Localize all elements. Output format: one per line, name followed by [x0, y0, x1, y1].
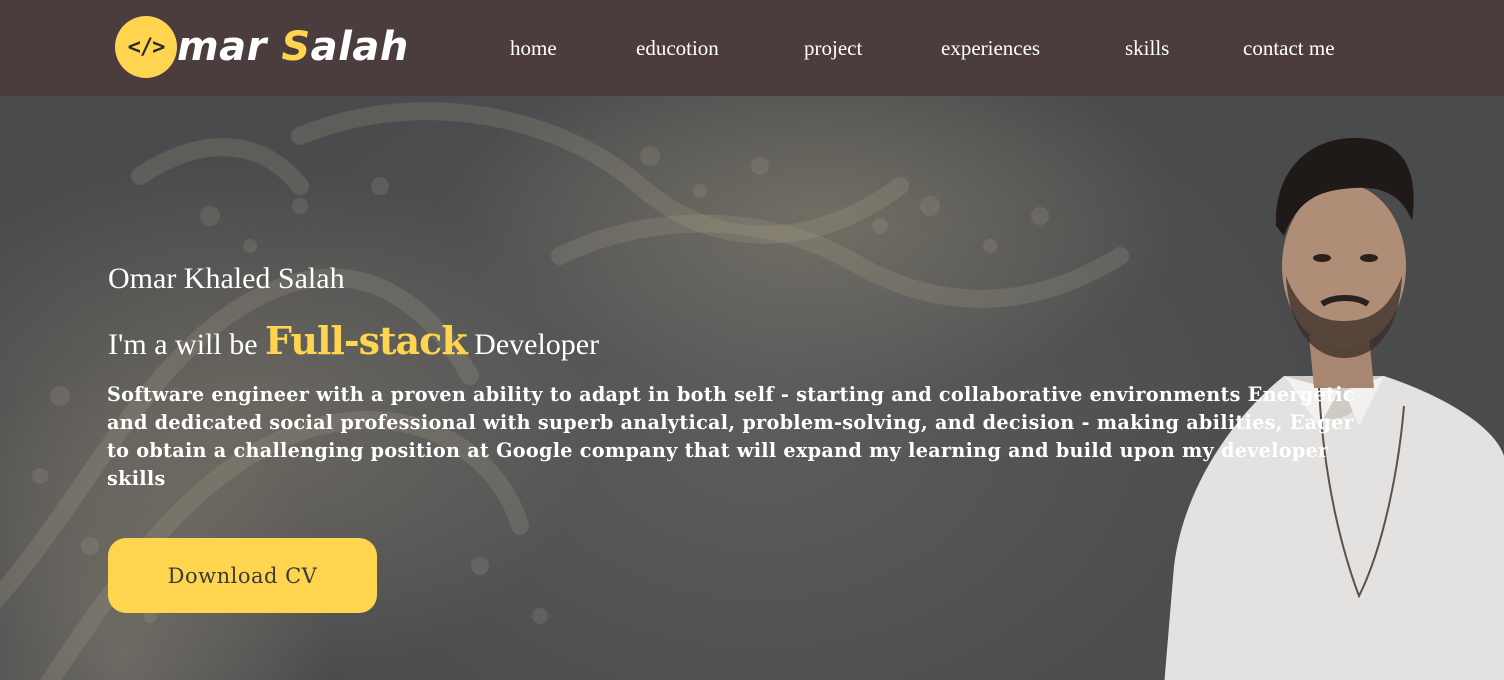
download-cv-button[interactable]: Download CV	[108, 538, 377, 613]
logo-text-lead: mar	[177, 24, 282, 70]
logo-text-highlight: S	[281, 24, 311, 70]
code-icon: </>	[115, 16, 177, 78]
hero-section: Omar Khaled Salah I'm a will be Full-sta…	[0, 96, 1504, 680]
hero-role: I'm a will be Full-stack Developer	[108, 318, 599, 363]
hero-bio: Software engineer with a proven ability …	[107, 383, 1355, 490]
logo-text-tail: alah	[310, 24, 409, 70]
nav-link-project[interactable]: project	[804, 36, 862, 61]
navbar: </> mar Salah home educotion project exp…	[0, 0, 1504, 96]
role-highlight: Full-stack	[265, 318, 468, 363]
nav-link-contact[interactable]: contact me	[1243, 36, 1335, 61]
site-logo[interactable]: </> mar Salah	[115, 15, 409, 79]
nav-link-education[interactable]: educotion	[636, 36, 719, 61]
hero-name: Omar Khaled Salah	[108, 262, 345, 295]
nav-link-experiences[interactable]: experiences	[941, 36, 1040, 61]
role-suffix: Developer	[466, 328, 600, 361]
nav-link-skills[interactable]: skills	[1125, 36, 1169, 61]
role-prefix: I'm a will be	[108, 328, 266, 361]
logo-text: mar Salah	[177, 27, 409, 67]
nav-link-home[interactable]: home	[510, 36, 557, 61]
